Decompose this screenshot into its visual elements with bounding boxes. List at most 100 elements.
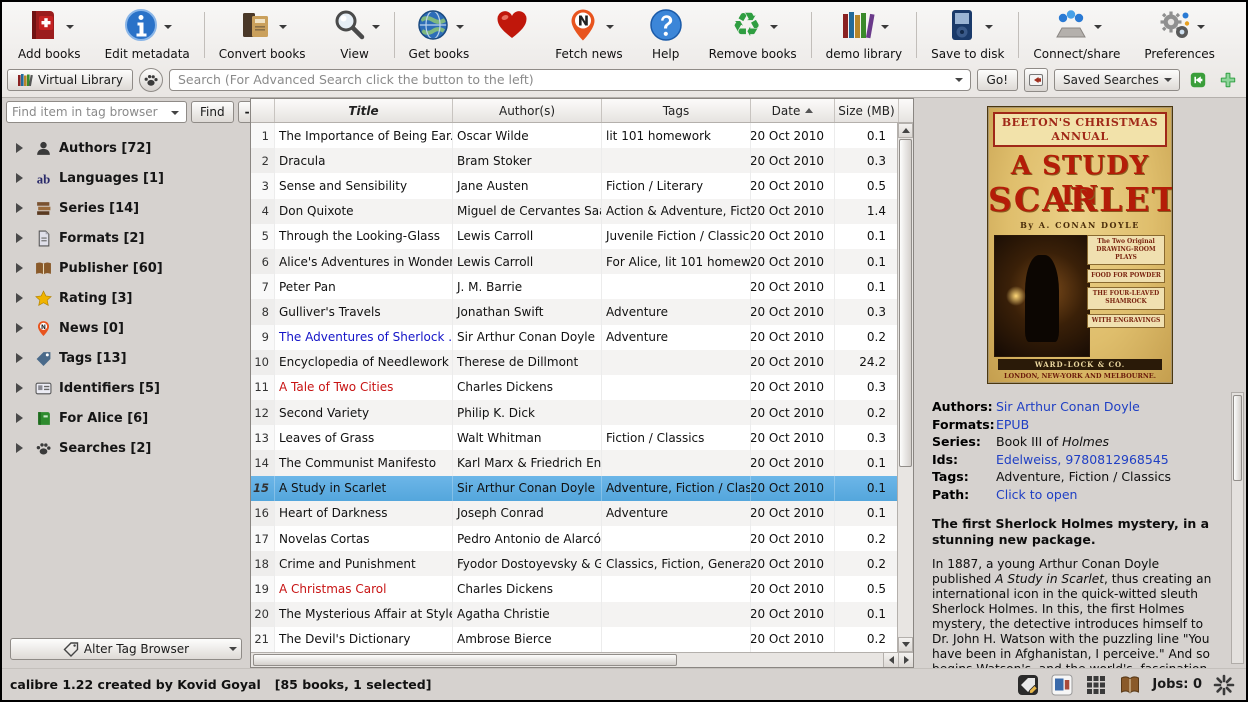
book-row-9[interactable]: 9The Adventures of Sherlock ...Sir Arthu… bbox=[251, 325, 913, 350]
toolbar-button-fetch-news[interactable]: Fetch news bbox=[543, 4, 634, 66]
expand-arrow-icon[interactable] bbox=[16, 263, 28, 273]
book-row-13[interactable]: 13Leaves of GrassWalt WhitmanFiction / C… bbox=[251, 425, 913, 450]
toolbar-button-remove-books[interactable]: ♻Remove books bbox=[697, 4, 809, 66]
tag-browser-item-tags[interactable]: Tags [13] bbox=[10, 343, 250, 373]
layout-book-details-toggle[interactable] bbox=[1118, 673, 1142, 697]
expand-arrow-icon[interactable] bbox=[16, 383, 28, 393]
book-row-11[interactable]: 11A Tale of Two CitiesCharles Dickens20 … bbox=[251, 375, 913, 400]
horizontal-scroll-thumb[interactable] bbox=[253, 654, 677, 666]
tag-browser-item-for-alice[interactable]: For Alice [6] bbox=[10, 403, 250, 433]
book-row-8[interactable]: 8Gulliver's TravelsJonathan SwiftAdventu… bbox=[251, 299, 913, 324]
expand-arrow-icon[interactable] bbox=[16, 293, 28, 303]
book-row-19[interactable]: 19A Christmas CarolCharles Dickens20 Oct… bbox=[251, 576, 913, 601]
book-row-7[interactable]: 7Peter PanJ. M. Barrie20 Oct 20100.1 bbox=[251, 274, 913, 299]
tag-browser-item-formats[interactable]: Formats [2] bbox=[10, 223, 250, 253]
book-row-21[interactable]: 21The Devil's DictionaryAmbrose Bierce20… bbox=[251, 627, 913, 652]
dropdown-arrow-icon[interactable] bbox=[1197, 25, 1205, 33]
copy-saved-search-button[interactable] bbox=[1186, 69, 1210, 91]
details-scrollbar[interactable] bbox=[1231, 392, 1244, 664]
tag-find-input[interactable] bbox=[7, 105, 167, 119]
scroll-left-button[interactable] bbox=[883, 653, 898, 667]
expand-arrow-icon[interactable] bbox=[16, 443, 28, 453]
virtual-library-button[interactable]: Virtual Library bbox=[7, 69, 133, 91]
toolbar-button-library[interactable]: demo library bbox=[814, 4, 914, 66]
search-input[interactable] bbox=[170, 72, 951, 87]
book-cover[interactable]: BEETON'S CHRISTMAS ANNUAL A STUDY IN SCA… bbox=[987, 106, 1173, 384]
tag-browser-item-rating[interactable]: Rating [3] bbox=[10, 283, 250, 313]
expand-arrow-icon[interactable] bbox=[16, 203, 28, 213]
scroll-right-button[interactable] bbox=[898, 653, 913, 667]
toolbar-button-get-books[interactable]: Get books bbox=[397, 4, 482, 66]
dropdown-arrow-icon[interactable] bbox=[164, 25, 172, 33]
toolbar-button-donate[interactable] bbox=[481, 4, 543, 66]
expand-arrow-icon[interactable] bbox=[16, 323, 28, 333]
scroll-up-button[interactable] bbox=[898, 123, 913, 138]
dropdown-arrow-icon[interactable] bbox=[279, 25, 287, 33]
details-scroll-thumb[interactable] bbox=[1233, 395, 1242, 481]
tag-browser-item-identifiers[interactable]: Identifiers [5] bbox=[10, 373, 250, 403]
horizontal-scrollbar[interactable] bbox=[251, 652, 913, 667]
search-dropdown-arrow-icon[interactable] bbox=[955, 78, 963, 86]
tag-browser-item-authors[interactable]: Authors [72] bbox=[10, 133, 250, 163]
authors-link[interactable]: Sir Arthur Conan Doyle bbox=[996, 398, 1140, 416]
vertical-scroll-thumb[interactable] bbox=[899, 139, 912, 467]
formats-link[interactable]: EPUB bbox=[996, 416, 1029, 434]
column-header-title[interactable]: Title bbox=[275, 99, 453, 122]
jobs-spinner-icon[interactable] bbox=[1212, 673, 1236, 697]
go-button[interactable]: Go! bbox=[977, 69, 1018, 91]
tag-browser-item-publisher[interactable]: Publisher [60] bbox=[10, 253, 250, 283]
clear-search-button[interactable] bbox=[1024, 68, 1048, 92]
expand-arrow-icon[interactable] bbox=[16, 173, 28, 183]
ids-link[interactable]: Edelweiss, 9780812968545 bbox=[996, 451, 1169, 469]
tag-find-arrow-icon[interactable] bbox=[171, 111, 179, 119]
book-row-5[interactable]: 5Through the Looking-GlassLewis CarrollJ… bbox=[251, 224, 913, 249]
toolbar-button-view[interactable]: View bbox=[318, 4, 392, 66]
column-header-size[interactable]: Size (MB) bbox=[835, 99, 899, 122]
layout-cover-grid-toggle[interactable] bbox=[1084, 673, 1108, 697]
toolbar-button-edit-metadata[interactable]: Edit metadata bbox=[93, 4, 202, 66]
book-row-18[interactable]: 18Crime and PunishmentFyodor Dostoyevsky… bbox=[251, 551, 913, 576]
dropdown-arrow-icon[interactable] bbox=[456, 25, 464, 33]
advanced-search-button[interactable] bbox=[139, 68, 163, 92]
alter-tag-browser-button[interactable]: Alter Tag Browser bbox=[10, 638, 242, 660]
path-link[interactable]: Click to open bbox=[996, 486, 1077, 504]
toolbar-button-connect-share[interactable]: Connect/share bbox=[1021, 4, 1132, 66]
book-row-12[interactable]: 12Second VarietyPhilip K. Dick20 Oct 201… bbox=[251, 400, 913, 425]
expand-arrow-icon[interactable] bbox=[16, 413, 28, 423]
scroll-down-button[interactable] bbox=[898, 637, 913, 652]
dropdown-arrow-icon[interactable] bbox=[372, 25, 380, 33]
column-header-date[interactable]: Date bbox=[751, 99, 835, 122]
book-row-3[interactable]: 3Sense and SensibilityJane AustenFiction… bbox=[251, 173, 913, 198]
toolbar-button-help[interactable]: Help bbox=[635, 4, 697, 66]
layout-tag-browser-toggle[interactable] bbox=[1016, 673, 1040, 697]
book-row-4[interactable]: 4Don QuixoteMiguel de Cervantes Saa...Ac… bbox=[251, 199, 913, 224]
book-row-14[interactable]: 14The Communist ManifestoKarl Marx & Fri… bbox=[251, 450, 913, 475]
tag-browser-item-news[interactable]: NNews [0] bbox=[10, 313, 250, 343]
toolbar-button-convert-books[interactable]: Convert books bbox=[207, 4, 318, 66]
book-row-15[interactable]: 15A Study in ScarletSir Arthur Conan Doy… bbox=[251, 476, 913, 501]
expand-arrow-icon[interactable] bbox=[16, 233, 28, 243]
jobs-counter[interactable]: Jobs: 0 bbox=[1152, 677, 1202, 692]
toolbar-button-save-to-disk[interactable]: Save to disk bbox=[919, 4, 1016, 66]
tag-browser-item-searches[interactable]: Searches [2] bbox=[10, 433, 250, 463]
dropdown-arrow-icon[interactable] bbox=[1094, 25, 1102, 33]
expand-arrow-icon[interactable] bbox=[16, 143, 28, 153]
layout-cover-browser-toggle[interactable] bbox=[1050, 673, 1074, 697]
expand-arrow-icon[interactable] bbox=[16, 353, 28, 363]
dropdown-arrow-icon[interactable] bbox=[770, 25, 778, 33]
book-row-10[interactable]: 10Encyclopedia of NeedleworkTherese de D… bbox=[251, 350, 913, 375]
book-row-16[interactable]: 16Heart of DarknessJoseph ConradAdventur… bbox=[251, 501, 913, 526]
tag-find-button[interactable]: Find bbox=[191, 101, 234, 123]
dropdown-arrow-icon[interactable] bbox=[881, 25, 889, 33]
tag-browser-item-series[interactable]: Series [14] bbox=[10, 193, 250, 223]
book-row-17[interactable]: 17Novelas CortasPedro Antonio de Alarcón… bbox=[251, 526, 913, 551]
book-row-20[interactable]: 20The Mysterious Affair at StylesAgatha … bbox=[251, 602, 913, 627]
tag-browser-item-languages[interactable]: abLanguages [1] bbox=[10, 163, 250, 193]
dropdown-arrow-icon[interactable] bbox=[606, 25, 614, 33]
vertical-scrollbar[interactable] bbox=[897, 123, 913, 652]
dropdown-arrow-icon[interactable] bbox=[66, 25, 74, 33]
book-row-6[interactable]: 6Alice's Adventures in Wonder...Lewis Ca… bbox=[251, 249, 913, 274]
book-row-2[interactable]: 2DraculaBram Stoker20 Oct 20100.3 bbox=[251, 148, 913, 173]
column-header-authors[interactable]: Author(s) bbox=[453, 99, 602, 122]
toolbar-button-add-books[interactable]: Add books bbox=[6, 4, 93, 66]
